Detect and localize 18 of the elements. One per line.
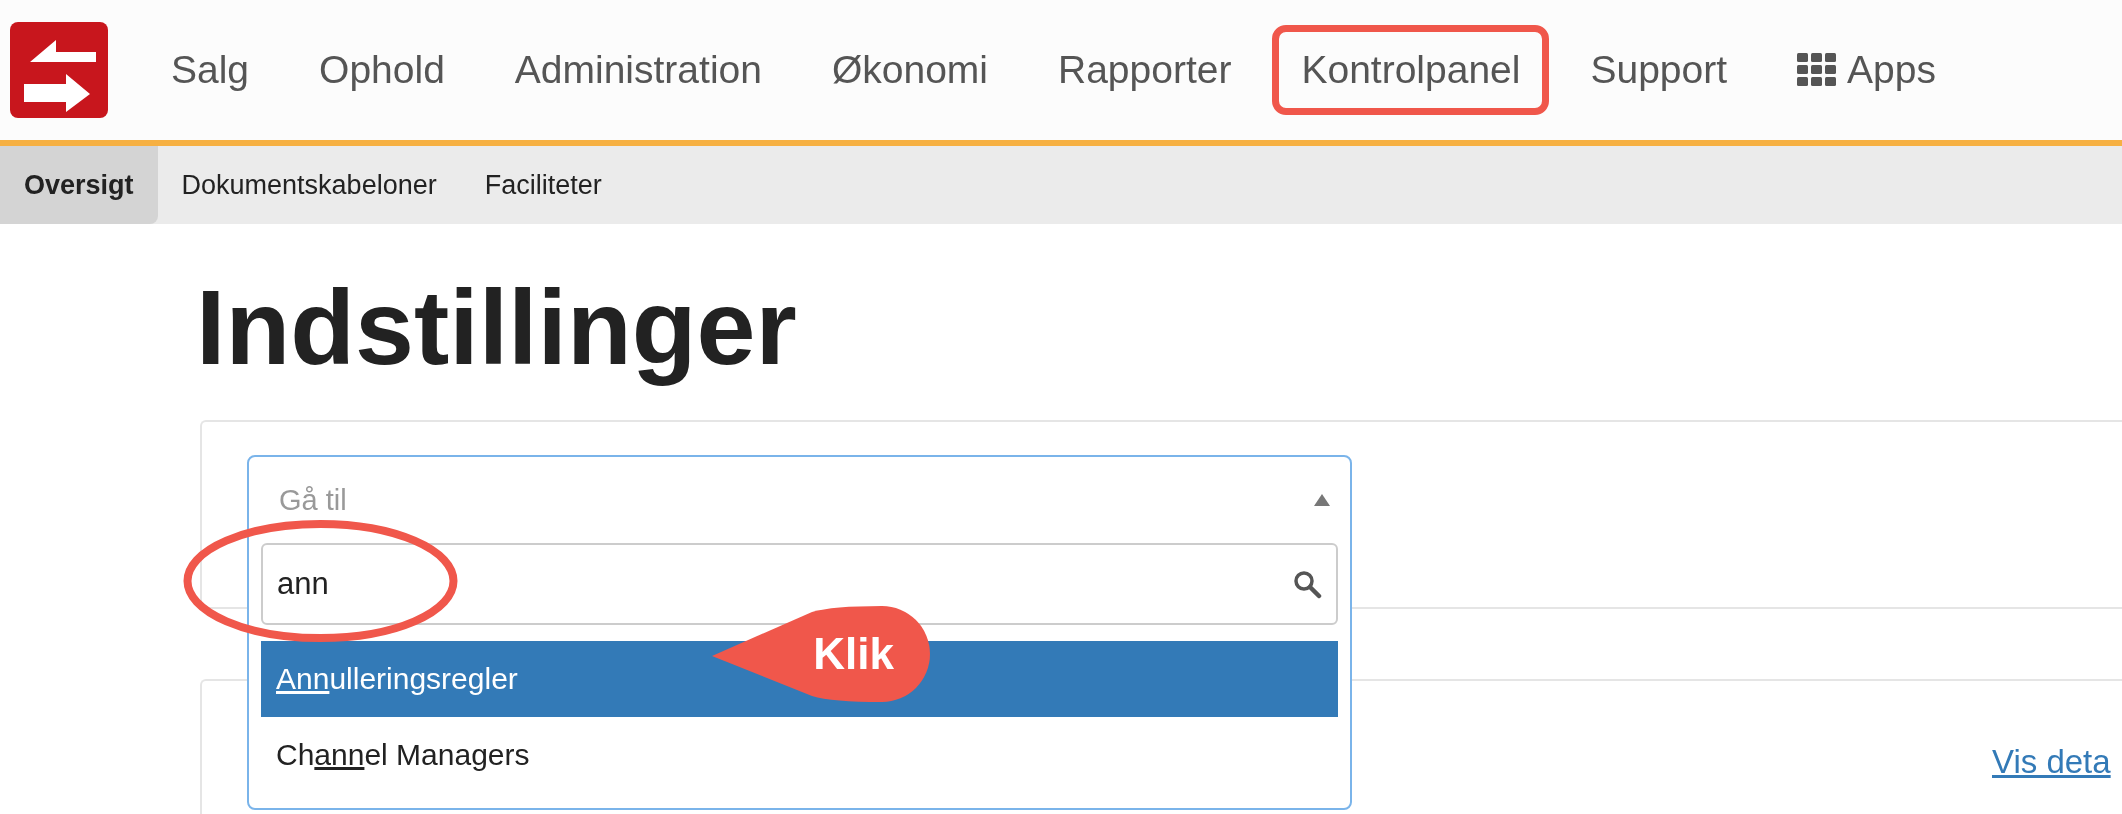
nav-item[interactable]: Kontrolpanel <box>1272 25 1550 115</box>
details-link[interactable]: Vis deta <box>1992 743 2111 781</box>
nav-item[interactable]: Apps <box>1768 25 1965 115</box>
nav-item[interactable]: Administration <box>485 25 791 115</box>
nav-item[interactable]: Support <box>1561 25 1757 115</box>
dropdown-option[interactable]: Channel Managers <box>276 738 530 772</box>
subnav-tab[interactable]: Dokumentskabeloner <box>157 146 461 224</box>
page-title: Indstillinger <box>195 267 798 388</box>
subnav-tab[interactable]: Oversigt <box>0 146 158 224</box>
nav-item[interactable]: Salg <box>142 25 279 115</box>
dropdown-placeholder: Gå til <box>279 483 347 517</box>
search-field[interactable]: ann <box>261 543 1338 625</box>
subnav-tab[interactable]: Faciliteter <box>460 146 626 224</box>
dropdown-option[interactable]: Annulleringsregler <box>276 662 518 696</box>
nav-item[interactable]: Økonomi <box>802 25 1017 115</box>
callout-label: Klik <box>813 629 894 679</box>
nav-item[interactable]: Rapporter <box>1029 25 1261 115</box>
nav-item[interactable]: Ophold <box>290 25 474 115</box>
